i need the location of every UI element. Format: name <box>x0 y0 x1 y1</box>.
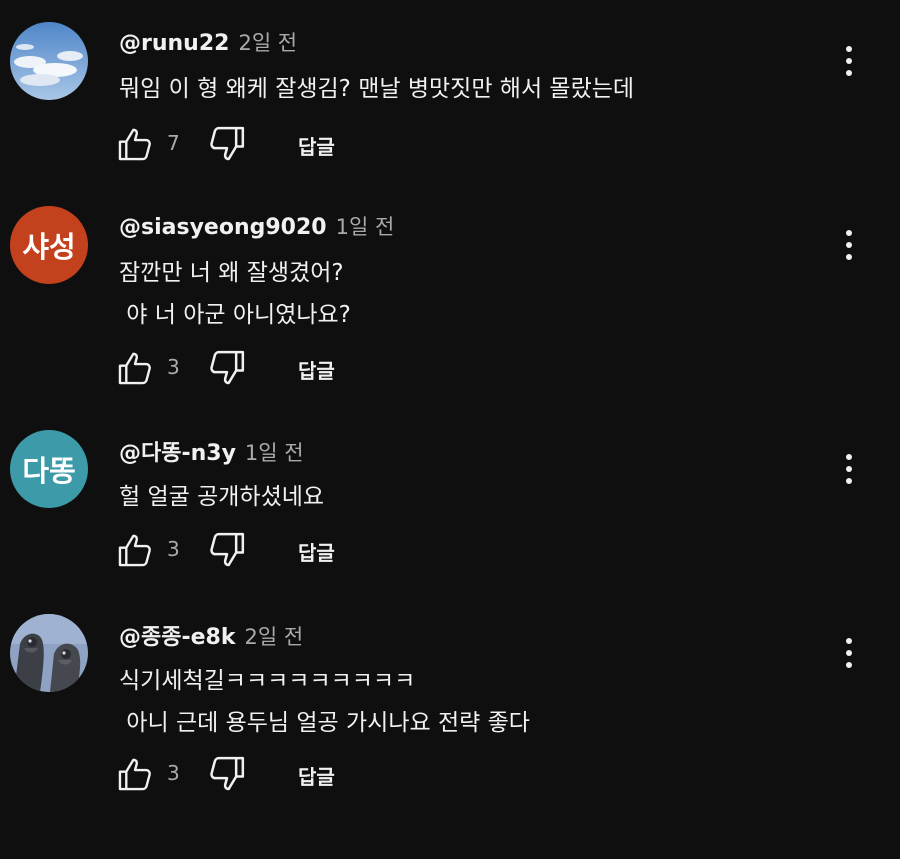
comment-time[interactable]: 1일 전 <box>336 211 395 241</box>
comment-text-line: 식기세척길ㅋㅋㅋㅋㅋㅋㅋㅋㅋ <box>119 668 416 694</box>
comment-header: @siasyeong9020 1일 전 <box>119 211 394 241</box>
more-vert-icon[interactable] <box>836 451 862 487</box>
comment-body: 뭐임 이 형 왜케 잘생김? 맨날 병맛짓만 해서 몰랐는데 <box>119 68 634 110</box>
reply-button[interactable]: 답글 <box>298 761 335 790</box>
avatar-sky-image <box>10 22 88 100</box>
comment-author[interactable]: @종종-e8k <box>119 619 235 651</box>
comment-body: 잠깐만 너 왜 잘생겼어? 야 너 아군 아니였나요? <box>119 252 351 336</box>
comment-text-line: 야 너 아군 아니였나요? <box>119 302 351 328</box>
avatar-birds-image <box>10 614 88 692</box>
comment-author[interactable]: @siasyeong9020 <box>119 215 327 240</box>
like-count: 7 <box>167 131 180 155</box>
comment-text-line: 아니 근데 용두님 얼공 가시나요 전략 좋다 <box>119 710 530 736</box>
comment-actions: 3 답글 <box>116 754 516 794</box>
comment-time[interactable]: 2일 전 <box>244 621 303 651</box>
dislike-button[interactable] <box>207 530 247 570</box>
thumb-up-icon <box>118 534 151 567</box>
more-vert-icon[interactable] <box>836 43 862 79</box>
comment-time[interactable]: 1일 전 <box>245 437 304 467</box>
avatar[interactable] <box>10 614 88 692</box>
comment-text-line: 헐 얼굴 공개하셨네요 <box>119 484 325 510</box>
thumb-up-icon <box>118 758 151 791</box>
thumb-down-icon <box>210 350 245 385</box>
reply-button[interactable]: 답글 <box>298 131 335 160</box>
comments-section: @runu22 2일 전 뭐임 이 형 왜케 잘생김? 맨날 병맛짓만 해서 몰… <box>0 0 900 859</box>
more-vert-icon[interactable] <box>836 227 862 263</box>
like-button[interactable] <box>116 348 154 388</box>
dislike-button[interactable] <box>207 754 247 794</box>
like-count: 3 <box>167 355 180 379</box>
comment-body: 식기세척길ㅋㅋㅋㅋㅋㅋㅋㅋㅋ 아니 근데 용두님 얼공 가시나요 전략 좋다 <box>119 660 530 744</box>
comment-thread: 샤성 @siasyeong9020 1일 전 잠깐만 너 왜 잘생겼어? 야 너… <box>0 206 900 396</box>
comment-header: @runu22 2일 전 <box>119 27 297 57</box>
thumb-up-icon <box>118 128 151 161</box>
like-count: 3 <box>167 537 180 561</box>
comment-header: @다똥-n3y 1일 전 <box>119 435 304 467</box>
comment-author[interactable]: @다똥-n3y <box>119 435 236 467</box>
like-count: 3 <box>167 761 180 785</box>
like-button[interactable] <box>116 530 154 570</box>
comment-thread: @runu22 2일 전 뭐임 이 형 왜케 잘생김? 맨날 병맛짓만 해서 몰… <box>0 22 900 172</box>
comment-body: 헐 얼굴 공개하셨네요 <box>119 476 324 518</box>
dislike-button[interactable] <box>207 348 247 388</box>
more-vert-icon[interactable] <box>836 635 862 671</box>
thumb-up-icon <box>118 352 151 385</box>
comment-author[interactable]: @runu22 <box>119 31 229 56</box>
comment-time[interactable]: 2일 전 <box>238 27 297 57</box>
thumb-down-icon <box>210 756 245 791</box>
reply-button[interactable]: 답글 <box>298 537 335 566</box>
thumb-down-icon <box>210 532 245 567</box>
avatar[interactable]: 샤성 <box>10 206 88 284</box>
comment-header: @종종-e8k 2일 전 <box>119 619 303 651</box>
dislike-button[interactable] <box>207 124 247 164</box>
reply-button[interactable]: 답글 <box>298 355 335 384</box>
like-button[interactable] <box>116 754 154 794</box>
avatar-initials: 샤성 <box>22 230 76 264</box>
comment-text-line: 뭐임 이 형 왜케 잘생김? 맨날 병맛짓만 해서 몰랐는데 <box>119 76 635 102</box>
thumb-down-icon <box>210 126 245 161</box>
comment-actions: 3 답글 <box>116 348 516 388</box>
comment-thread: 다똥 @다똥-n3y 1일 전 헐 얼굴 공개하셨네요 3 답글 <box>0 430 900 580</box>
avatar-initials: 다똥 <box>22 454 76 488</box>
like-button[interactable] <box>116 124 154 164</box>
comment-actions: 7 답글 <box>116 124 516 164</box>
comment-thread: @종종-e8k 2일 전 식기세척길ㅋㅋㅋㅋㅋㅋㅋㅋㅋ 아니 근데 용두님 얼공… <box>0 614 900 804</box>
comment-text-line: 잠깐만 너 왜 잘생겼어? <box>119 260 344 286</box>
avatar[interactable]: 다똥 <box>10 430 88 508</box>
comment-actions: 3 답글 <box>116 530 516 570</box>
avatar[interactable] <box>10 22 88 100</box>
